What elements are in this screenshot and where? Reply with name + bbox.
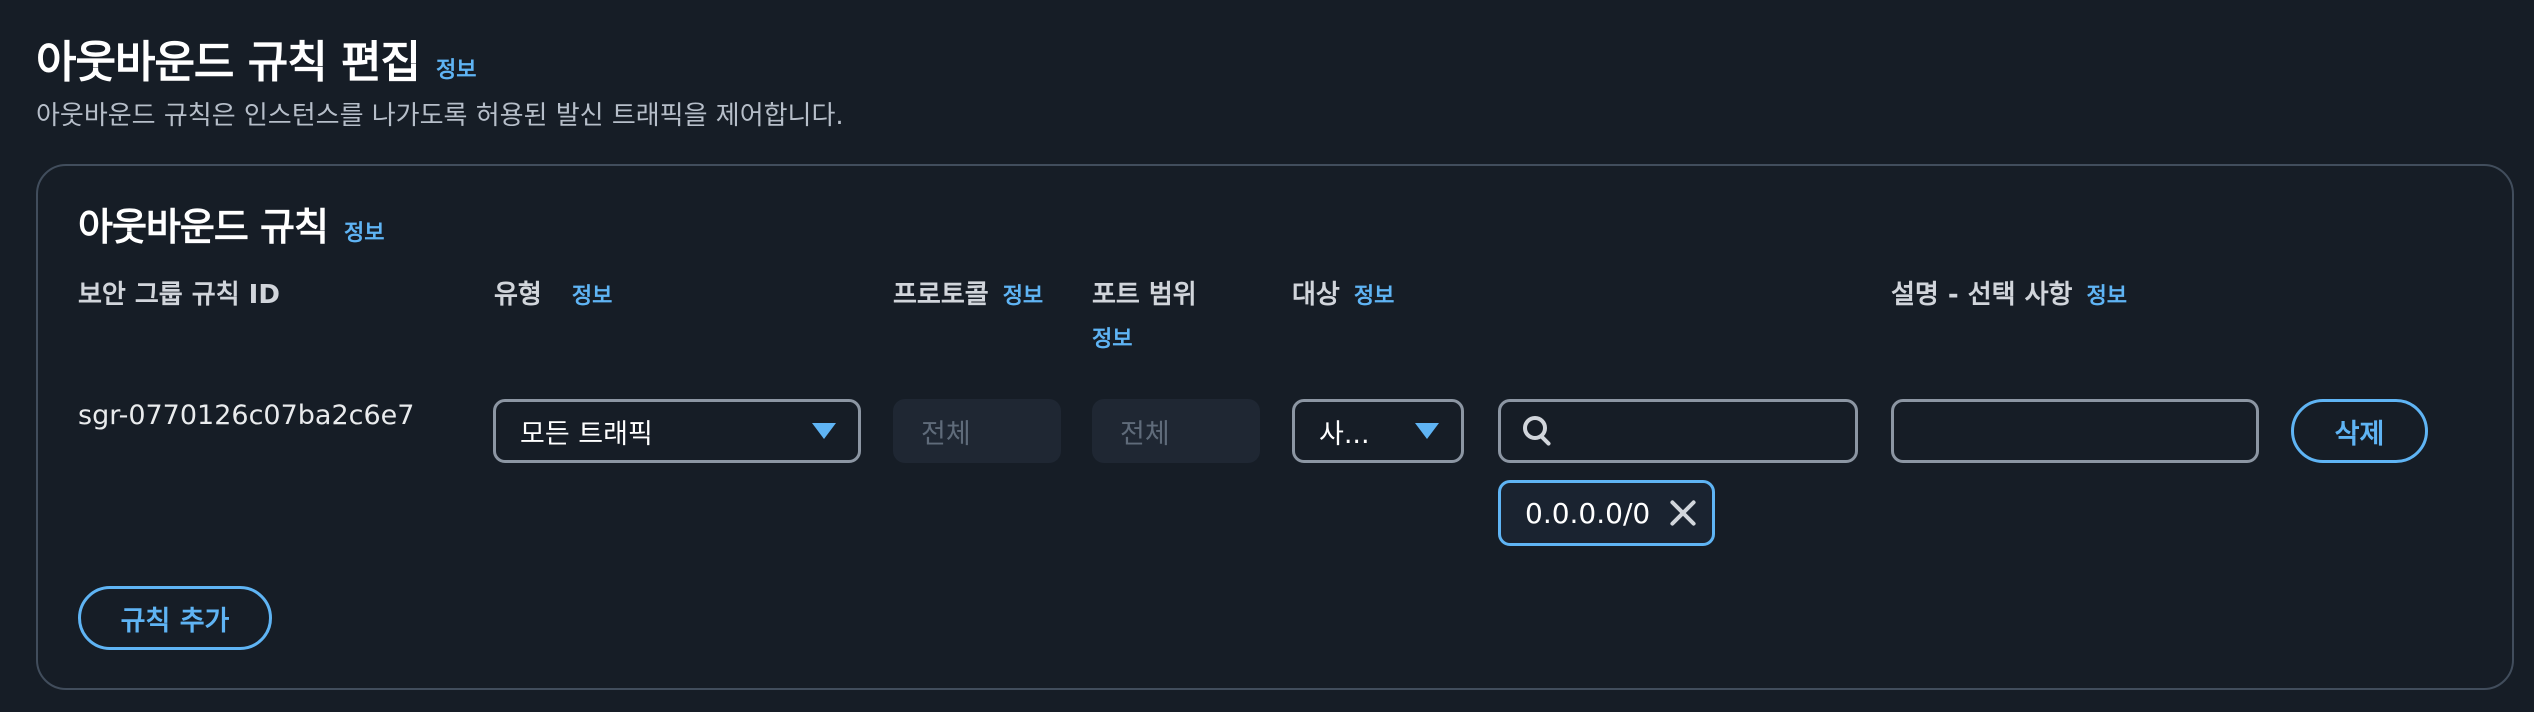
page-title-info-link[interactable]: 정보 bbox=[436, 52, 476, 84]
type-info-link[interactable]: 정보 bbox=[572, 278, 612, 310]
column-header-type: 유형 정보 bbox=[494, 274, 612, 311]
page-title: 아웃바운드 규칙 편집 bbox=[36, 37, 421, 88]
card-title: 아웃바운드 규칙 bbox=[78, 205, 329, 249]
cidr-token-label: 0.0.0.0/0 bbox=[1525, 496, 1651, 530]
add-rule-button[interactable]: 규칙 추가 bbox=[78, 586, 272, 650]
destination-type-select[interactable]: 사... bbox=[1292, 399, 1464, 463]
column-header-destination: 대상 정보 bbox=[1292, 274, 1394, 311]
card-title-info-link[interactable]: 정보 bbox=[344, 215, 384, 247]
column-label-port-range: 포트 범위 bbox=[1092, 280, 1197, 310]
destination-type-value: 사... bbox=[1319, 418, 1370, 450]
protocol-input: 전체 bbox=[893, 399, 1061, 463]
destination-search-input[interactable] bbox=[1498, 399, 1858, 463]
column-label-description: 설명 - 선택 사항 bbox=[1891, 280, 2073, 310]
port-range-info-link[interactable]: 정보 bbox=[1092, 321, 1132, 353]
column-label-destination: 대상 bbox=[1292, 280, 1340, 310]
type-select[interactable]: 모든 트래픽 bbox=[493, 399, 861, 463]
card-header: 아웃바운드 규칙 정보 bbox=[78, 196, 384, 251]
type-select-value: 모든 트래픽 bbox=[520, 418, 653, 450]
description-info-link[interactable]: 정보 bbox=[2086, 278, 2126, 310]
column-label-type: 유형 bbox=[494, 280, 542, 310]
page-header: 아웃바운드 규칙 편집 정보 bbox=[36, 26, 476, 90]
column-label-rule-id: 보안 그룹 규칙 ID bbox=[78, 280, 280, 310]
caret-down-icon bbox=[1415, 423, 1439, 439]
column-header-protocol: 프로토콜 정보 bbox=[893, 274, 1043, 311]
rule-description-input[interactable] bbox=[1891, 399, 2259, 463]
rule-id-value: sgr-0770126c07ba2c6e7 bbox=[78, 400, 415, 431]
destination-info-link[interactable]: 정보 bbox=[1354, 278, 1394, 310]
page-description: 아웃바운드 규칙은 인스턴스를 나가도록 허용된 발신 트래픽을 제어합니다. bbox=[36, 101, 844, 131]
column-header-description: 설명 - 선택 사항 정보 bbox=[1891, 274, 2127, 311]
close-icon[interactable] bbox=[1668, 498, 1698, 528]
cidr-token: 0.0.0.0/0 bbox=[1498, 480, 1716, 546]
column-header-port-range: 포트 범위 정보 bbox=[1092, 274, 1197, 353]
delete-rule-button[interactable]: 삭제 bbox=[2291, 399, 2428, 463]
column-label-protocol: 프로토콜 bbox=[893, 280, 989, 310]
protocol-info-link[interactable]: 정보 bbox=[1003, 278, 1043, 310]
outbound-rules-card: 아웃바운드 규칙 정보 보안 그룹 규칙 ID 유형 정보 프로토콜 정보 포트… bbox=[36, 164, 2514, 690]
port-range-input: 전체 bbox=[1092, 399, 1260, 463]
column-header-rule-id: 보안 그룹 규칙 ID bbox=[78, 274, 280, 311]
search-icon bbox=[1521, 414, 1555, 448]
caret-down-icon bbox=[812, 423, 836, 439]
